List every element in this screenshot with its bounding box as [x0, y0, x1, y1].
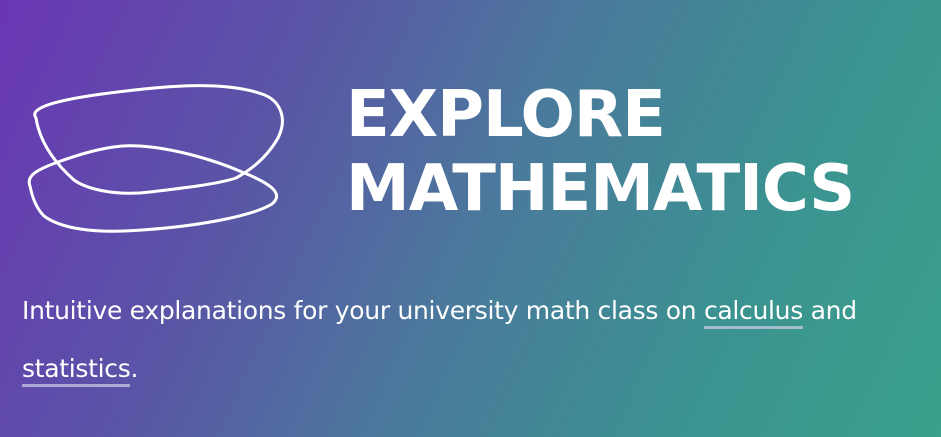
overlapping-loops-logo-icon [27, 84, 284, 233]
tagline: Intuitive explanations for your universi… [22, 282, 927, 398]
title-line-explore: EXPLORE [346, 78, 666, 152]
statistics-link[interactable]: statistics [22, 354, 131, 387]
calculus-link[interactable]: calculus [703, 296, 803, 329]
hero-banner: EXPLORE MATHEMATICS Intuitive explanatio… [0, 0, 941, 437]
page-title: EXPLORE MATHEMATICS [346, 78, 855, 226]
tagline-period: . [130, 354, 139, 383]
tagline-text: Intuitive explanations for your universi… [22, 296, 697, 325]
title-line-mathematics: MATHEMATICS [346, 152, 855, 226]
tagline-connector: and [810, 296, 857, 325]
